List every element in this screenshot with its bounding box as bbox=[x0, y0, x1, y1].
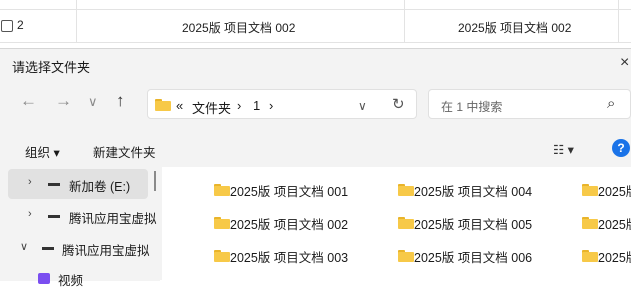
table-row-cut bbox=[0, 0, 631, 10]
help-icon[interactable]: ? bbox=[612, 139, 630, 157]
folder-name: 2025版 bbox=[598, 218, 631, 232]
search-placeholder: 在 1 中搜索 bbox=[441, 100, 503, 114]
breadcrumb-current[interactable]: 1 bbox=[253, 98, 260, 113]
sidebar-item-videos[interactable]: 视频 bbox=[30, 263, 170, 293]
folder-name: 2025版 项目文档 006 bbox=[414, 251, 533, 265]
folder-icon bbox=[398, 217, 414, 229]
folder-picker-dialog: 请选择文件夹 × ← → ∨ ↑ « 文件夹 › 1 › ∨ ↻ 在 1 中搜索… bbox=[0, 48, 631, 288]
breadcrumb-separator[interactable]: › bbox=[237, 98, 241, 113]
chevron-right-icon[interactable]: › bbox=[28, 176, 32, 188]
search-input[interactable]: 在 1 中搜索 ⌕ bbox=[428, 89, 631, 119]
organize-menu-button[interactable]: 组织 ▾ bbox=[25, 142, 60, 161]
folder-name: 2025版 项目文档 005 bbox=[414, 218, 533, 232]
folder-icon bbox=[214, 217, 230, 229]
folder-item[interactable]: 2025版 bbox=[582, 247, 631, 265]
address-bar[interactable]: « 文件夹 › 1 › ∨ ↻ bbox=[147, 89, 417, 119]
folder-name: 2025版 项目文档 003 bbox=[230, 251, 349, 265]
chevron-right-icon[interactable]: › bbox=[28, 208, 32, 220]
sidebar-item-label: 新加卷 (E:) bbox=[69, 180, 131, 194]
folder-name: 2025版 bbox=[598, 185, 631, 199]
table-row[interactable]: 2 2025版 项目文档 002 2025版 项目文档 002 bbox=[0, 0, 631, 43]
column-divider bbox=[76, 0, 77, 43]
chevron-down-icon[interactable]: ∨ bbox=[20, 240, 28, 253]
table-cell: 2025版 项目文档 002 bbox=[182, 21, 296, 35]
row-number: 2 bbox=[17, 18, 24, 32]
forward-arrow-icon[interactable]: → bbox=[55, 91, 72, 111]
breadcrumb-overflow[interactable]: « bbox=[176, 98, 183, 113]
folder-icon bbox=[214, 184, 230, 196]
sidebar-item-drive-e[interactable]: › 新加卷 (E:) bbox=[8, 169, 148, 199]
table-cell: 2025版 项目文档 002 bbox=[458, 21, 572, 35]
folder-name: 2025版 bbox=[598, 251, 631, 265]
dialog-title: 请选择文件夹 bbox=[12, 60, 91, 75]
drive-icon bbox=[48, 215, 60, 218]
sidebar-item-label: 腾讯应用宝虚拟 bbox=[69, 212, 157, 226]
drive-icon bbox=[48, 183, 60, 186]
refresh-icon[interactable]: ↻ bbox=[392, 95, 405, 113]
breadcrumb-folder[interactable]: 文件夹 bbox=[192, 98, 231, 117]
folder-item[interactable]: 2025版 bbox=[582, 214, 631, 232]
folder-icon bbox=[398, 184, 414, 196]
close-icon[interactable]: × bbox=[620, 54, 629, 72]
sidebar-item-virtual-drive-expanded[interactable]: ∨ 腾讯应用宝虚拟 bbox=[0, 233, 150, 263]
folder-icon bbox=[398, 250, 414, 262]
breadcrumb-separator[interactable]: › bbox=[269, 98, 273, 113]
view-options-icon[interactable]: ☷ ▾ bbox=[553, 142, 574, 157]
navigation-scrollbar[interactable] bbox=[154, 171, 156, 191]
search-icon[interactable]: ⌕ bbox=[607, 95, 615, 112]
sidebar-item-label: 腾讯应用宝虚拟 bbox=[62, 244, 150, 258]
video-folder-icon bbox=[38, 273, 50, 284]
folder-icon bbox=[582, 217, 598, 229]
drive-icon bbox=[42, 247, 54, 250]
sidebar-item-virtual-drive[interactable]: › 腾讯应用宝虚拟 bbox=[8, 201, 157, 231]
folder-icon bbox=[214, 250, 230, 262]
up-arrow-icon[interactable]: ↑ bbox=[116, 91, 125, 111]
folder-icon bbox=[155, 99, 171, 111]
folder-item[interactable]: 2025版 bbox=[582, 181, 631, 199]
new-folder-button[interactable]: 新建文件夹 bbox=[93, 142, 156, 161]
folder-name: 2025版 项目文档 002 bbox=[230, 218, 349, 232]
folder-name: 2025版 项目文档 004 bbox=[414, 185, 533, 199]
row-checkbox[interactable] bbox=[1, 20, 13, 32]
column-divider bbox=[404, 0, 405, 43]
folder-name: 2025版 项目文档 001 bbox=[230, 185, 349, 199]
recent-locations-chevron-icon[interactable]: ∨ bbox=[88, 94, 98, 110]
back-arrow-icon[interactable]: ← bbox=[20, 91, 37, 111]
address-dropdown-icon[interactable]: ∨ bbox=[358, 99, 367, 113]
folder-icon bbox=[582, 250, 598, 262]
folder-icon bbox=[582, 184, 598, 196]
background-table: 2 2025版 项目文档 002 2025版 项目文档 002 bbox=[0, 0, 631, 50]
column-divider bbox=[618, 0, 619, 43]
